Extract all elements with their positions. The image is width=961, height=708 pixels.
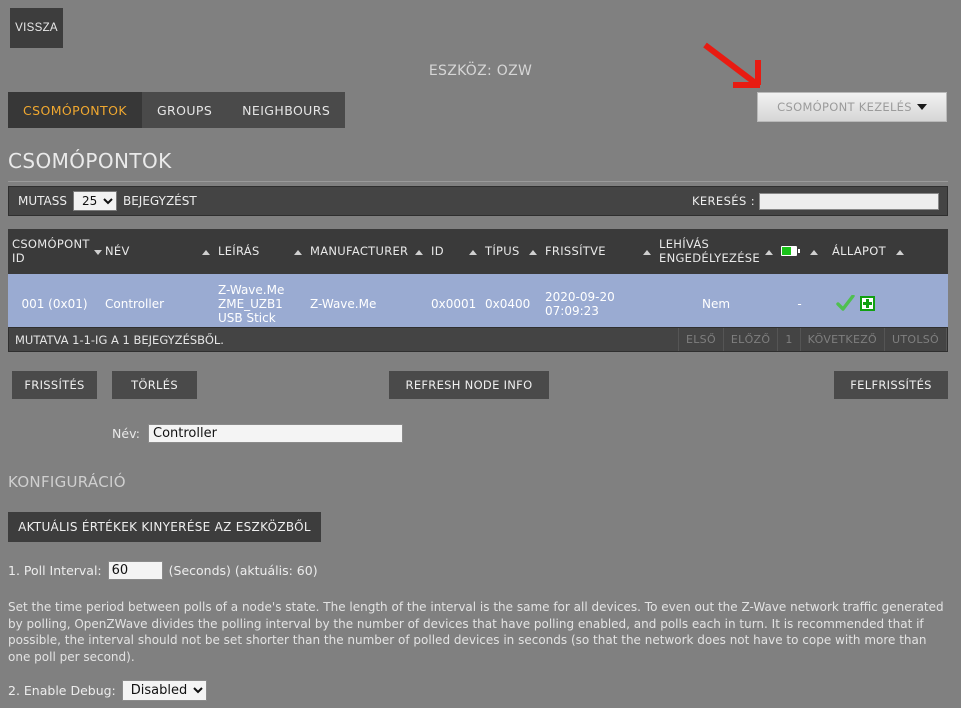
heading-divider	[8, 181, 948, 182]
poll-interval-row: 1. Poll Interval: (Seconds) (aktuális: 6…	[8, 561, 318, 580]
poll-interval-suffix: (Seconds) (aktuális: 60)	[168, 563, 318, 578]
sort-asc-icon	[765, 244, 773, 258]
sort-asc-icon	[469, 244, 477, 258]
back-button[interactable]: VISSZA	[10, 8, 63, 48]
name-field-label: Név:	[112, 426, 140, 441]
show-entries-prefix: MUTASS	[18, 194, 67, 208]
refresh-button[interactable]: FELFRISSÍTÉS	[834, 371, 948, 399]
sort-asc-icon	[415, 244, 423, 258]
cell-description: Z-Wave.Me ZME_UZB1 USB Stick	[214, 273, 306, 334]
col-manufacturer[interactable]: MANUFACTURER	[306, 229, 427, 274]
check-icon	[836, 295, 855, 311]
col-updated[interactable]: FRISSÍTVE	[541, 229, 655, 274]
col-name[interactable]: NÉV	[101, 229, 214, 274]
col-status[interactable]: ÁLLAPOT	[822, 229, 948, 274]
sort-asc-icon	[643, 244, 651, 258]
col-status-label: ÁLLAPOT	[832, 244, 886, 259]
col-description-label: LEÍRÁS	[218, 244, 260, 259]
show-entries-control: MUTASS 25 BEJEGYZÉST	[18, 187, 197, 215]
enable-debug-row: 2. Enable Debug: Disabled	[8, 680, 207, 701]
enable-debug-label: 2. Enable Debug:	[8, 683, 116, 698]
cell-manufacturer: Z-Wave.Me	[306, 273, 427, 334]
sort-desc-icon	[94, 244, 102, 258]
name-input[interactable]	[148, 424, 403, 443]
col-updated-label: FRISSÍTVE	[545, 244, 606, 259]
chevron-down-icon	[916, 104, 927, 110]
node-manage-label: CSOMÓPONT KEZELÉS	[777, 100, 912, 114]
cell-node-id: 001 (0x01)	[8, 273, 101, 334]
sort-asc-icon	[810, 244, 818, 258]
config-title: KONFIGURÁCIÓ	[8, 473, 126, 491]
show-entries-suffix: BEJEGYZÉST	[122, 194, 197, 208]
sort-asc-icon	[294, 244, 302, 258]
table-header-row: CSOMÓPONT ID NÉV LEÍRÁS MANUFACTURER ID …	[8, 229, 948, 274]
cell-status	[822, 273, 948, 334]
name-field-row: Név:	[0, 424, 403, 443]
col-node-id-label: CSOMÓPONT ID	[12, 237, 90, 266]
search-control: KERESÉS :	[692, 187, 939, 215]
tab-csomopontok[interactable]: CSOMÓPONTOK	[8, 92, 142, 128]
cell-name: Controller	[101, 273, 214, 334]
col-manufacturer-label: MANUFACTURER	[310, 244, 409, 259]
cell-type: 0x0400	[481, 273, 541, 334]
col-polling-enabled[interactable]: LEHÍVÁS ENGEDÉLYEZÉSE	[655, 229, 777, 274]
pager-first[interactable]: ELSŐ	[677, 328, 723, 351]
device-title: ESZKÖZ: OZW	[428, 63, 533, 79]
sort-asc-icon	[202, 244, 210, 258]
table-row[interactable]: 001 (0x01) Controller Z-Wave.Me ZME_UZB1…	[8, 273, 948, 334]
pager-last[interactable]: UTOLSÓ	[884, 328, 947, 351]
col-id-label: ID	[431, 244, 444, 259]
pagination: ELSŐ ELŐZŐ 1 KÖVETKEZŐ UTOLSÓ	[677, 328, 947, 351]
delete-button[interactable]: TÖRLÉS	[112, 371, 197, 399]
battery-icon	[781, 246, 800, 257]
poll-interval-help: Set the time period between polls of a n…	[8, 600, 944, 664]
cell-id: 0x0001	[427, 273, 481, 334]
search-label: KERESÉS :	[691, 194, 755, 208]
col-battery[interactable]	[777, 229, 822, 274]
pager-page-1[interactable]: 1	[777, 328, 799, 351]
tab-groups[interactable]: GROUPS	[142, 92, 227, 128]
tab-neighbours[interactable]: NEIGHBOURS	[227, 92, 345, 128]
cell-battery: -	[777, 273, 822, 334]
sort-asc-icon	[529, 244, 537, 258]
update-button[interactable]: FRISSÍTÉS	[12, 371, 97, 399]
cell-updated: 2020-09-20 07:09:23	[541, 273, 655, 334]
plus-icon[interactable]	[860, 296, 875, 312]
poll-interval-input[interactable]	[107, 561, 163, 580]
fetch-current-values-button[interactable]: AKTUÁLIS ÉRTÉKEK KINYERÉSE AZ ESZKÖZBŐL	[8, 512, 321, 542]
sort-asc-icon	[896, 244, 904, 258]
pager-prev[interactable]: ELŐZŐ	[722, 328, 777, 351]
poll-interval-label: 1. Poll Interval:	[8, 563, 102, 578]
node-manage-button[interactable]: CSOMÓPONT KEZELÉS	[757, 92, 947, 122]
nodes-table: CSOMÓPONT ID NÉV LEÍRÁS MANUFACTURER ID …	[8, 229, 948, 334]
refresh-node-info-button[interactable]: REFRESH NODE INFO	[389, 371, 549, 399]
page-size-select[interactable]: 25	[72, 191, 117, 211]
tab-bar: CSOMÓPONTOK GROUPS NEIGHBOURS	[8, 92, 346, 128]
search-input[interactable]	[759, 192, 939, 210]
table-footer-info: MUTATVA 1-1-IG A 1 BEJEGYZÉSBŐL.	[15, 332, 224, 347]
enable-debug-select[interactable]: Disabled	[121, 680, 207, 701]
cell-polling-enabled: Nem	[655, 273, 777, 334]
table-footer: MUTATVA 1-1-IG A 1 BEJEGYZÉSBŐL. ELSŐ EL…	[8, 327, 948, 352]
page-title: CSOMÓPONTOK	[8, 149, 172, 173]
col-id[interactable]: ID	[427, 229, 481, 274]
col-type-label: TÍPUS	[485, 244, 520, 259]
col-type[interactable]: TÍPUS	[481, 229, 541, 274]
col-node-id[interactable]: CSOMÓPONT ID	[8, 229, 101, 274]
pager-next[interactable]: KÖVETKEZŐ	[799, 328, 884, 351]
col-name-label: NÉV	[105, 244, 130, 259]
table-controls-bar: MUTASS 25 BEJEGYZÉST KERESÉS :	[8, 186, 948, 216]
col-polling-enabled-label: LEHÍVÁS ENGEDÉLYEZÉSE	[659, 237, 760, 266]
col-description[interactable]: LEÍRÁS	[214, 229, 306, 274]
